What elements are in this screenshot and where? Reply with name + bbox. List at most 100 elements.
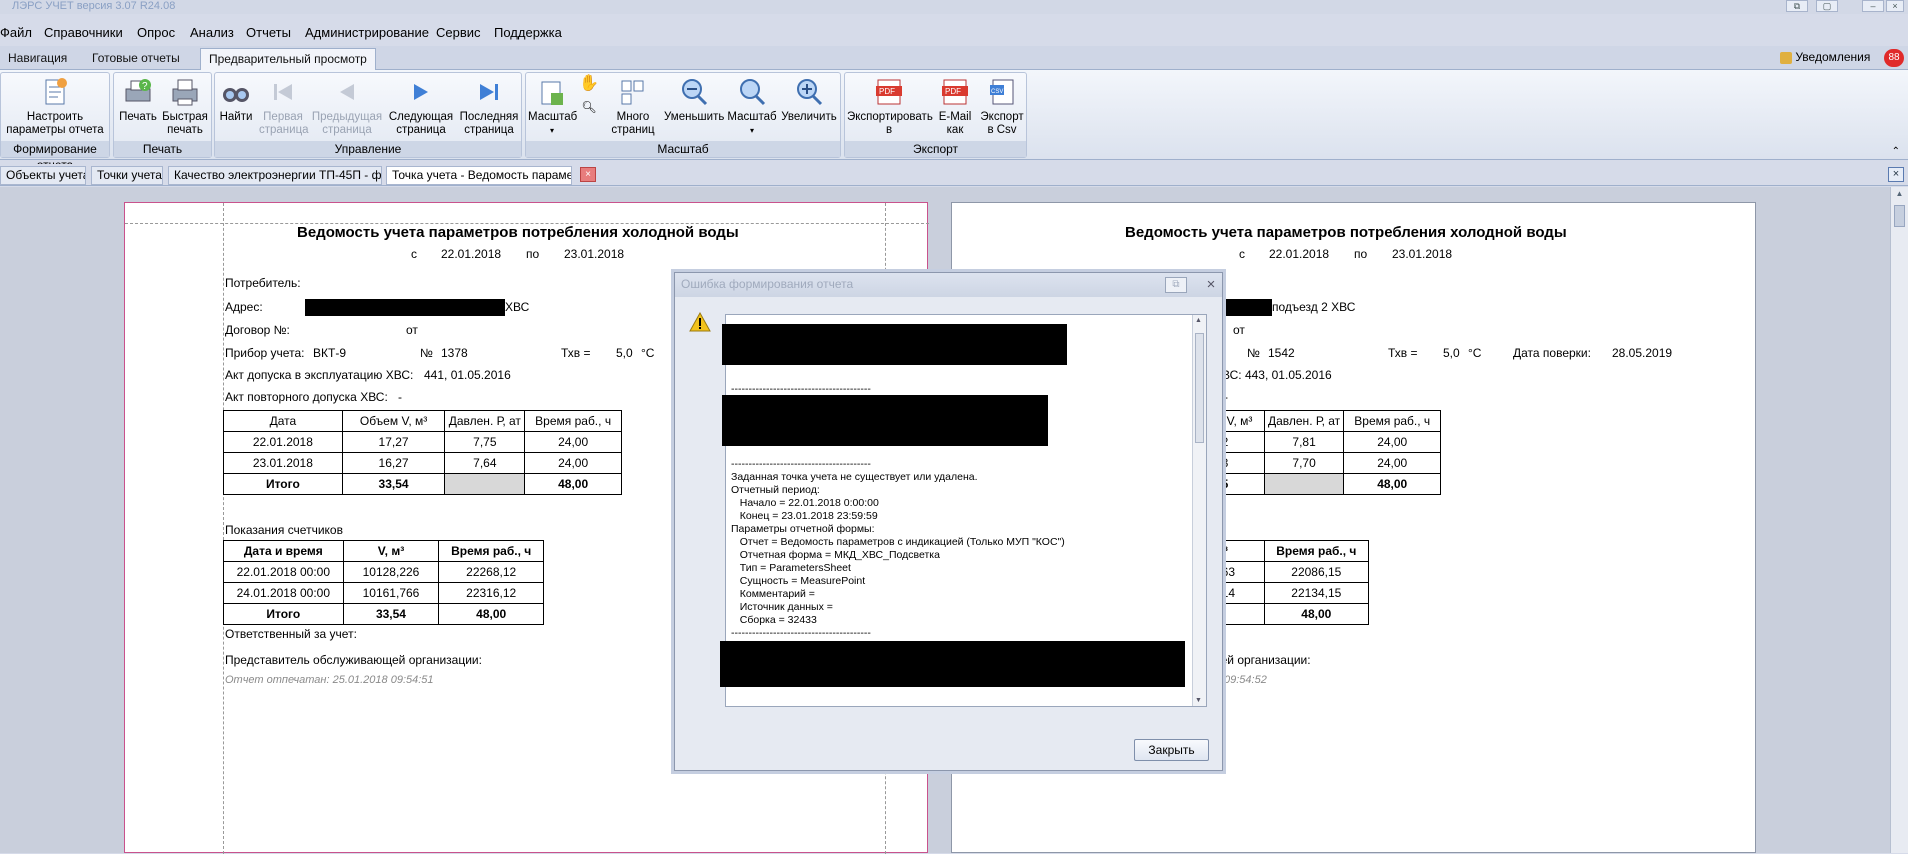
address-suffix: подъезд 2 ХВС xyxy=(1272,300,1356,314)
table-header-row: м³ Время раб., ч xyxy=(1214,540,1370,562)
menu-analysis[interactable]: Анализ xyxy=(190,25,234,40)
prev-page-button[interactable]: Предыдущая страница xyxy=(311,77,383,137)
act-value: 441, 01.05.2016 xyxy=(424,368,511,382)
table-cell: 33,54 xyxy=(342,603,440,625)
menu-polling[interactable]: Опрос xyxy=(137,25,175,40)
device-num-label: № xyxy=(1247,346,1260,360)
verify-label: Дата поверки: xyxy=(1513,346,1591,360)
window-title: ЛЭРС УЧЕТ версия 3.07 R24.08 xyxy=(12,0,176,12)
menu-admin[interactable]: Администрирование xyxy=(305,25,429,40)
doc-tab-points[interactable]: Точки учета xyxy=(91,166,163,185)
table-cell: 23.01.2018 xyxy=(223,452,343,474)
window-copy-icon[interactable]: ▢ xyxy=(1816,0,1838,12)
period-to-label: по xyxy=(526,247,540,261)
close-tab-icon[interactable]: × xyxy=(580,167,596,182)
table-row: 514 22134,15 xyxy=(1214,582,1370,604)
group-print-caption: Печать xyxy=(114,141,211,157)
last-page-button[interactable]: Последняя страница xyxy=(459,77,519,137)
menu-references[interactable]: Справочники xyxy=(44,25,123,40)
message-line: Комментарий = xyxy=(731,588,815,600)
menu-support[interactable]: Поддержка xyxy=(494,25,562,40)
notifications[interactable]: Уведомления xyxy=(1780,50,1870,68)
doc-tab-parameter-sheet[interactable]: Точка учета - Ведомость параметров xyxy=(386,166,572,185)
zoom-button[interactable]: Масштаб ▾ xyxy=(726,77,778,137)
restore-icon[interactable]: ⧉ xyxy=(1786,0,1808,12)
notifications-label: Уведомления xyxy=(1795,50,1871,64)
email-button[interactable]: PDF E-Mail как xyxy=(933,77,977,137)
close-all-icon[interactable]: × xyxy=(1888,167,1904,182)
zoom-in-icon xyxy=(794,77,824,107)
group-export: PDF Экспортировать в PDF E-Mail как CSV … xyxy=(844,72,1027,158)
export-pdf-button[interactable]: PDF Экспортировать в xyxy=(847,77,933,137)
export-csv-button[interactable]: CSV Экспорт в Csv xyxy=(979,77,1025,137)
close-dialog-icon[interactable]: × xyxy=(1202,276,1220,294)
scroll-up-icon[interactable]: ▲ xyxy=(1195,317,1202,324)
configure-button[interactable]: Настроить параметры отчета xyxy=(3,77,107,137)
period-from-label: с xyxy=(1239,247,1245,261)
table-cell: Итого xyxy=(223,473,343,495)
doc-tab-objects[interactable]: Объекты учета xyxy=(0,166,86,185)
table-cell: 22086,15 xyxy=(1263,561,1370,583)
first-page-button[interactable]: Первая страница xyxy=(259,77,309,137)
csv-icon: CSV xyxy=(987,77,1017,107)
bell-icon xyxy=(1780,51,1792,64)
scroll-down-icon[interactable]: ▼ xyxy=(1195,697,1202,704)
prev-page-icon xyxy=(332,77,362,107)
binoculars-icon xyxy=(221,77,251,107)
zoom-out-button[interactable]: Уменьшить xyxy=(664,77,724,124)
counters-table: м³ Время раб., ч 063 22086,15 514 22134,… xyxy=(1214,540,1370,625)
quick-print-button[interactable]: Быстрая печать xyxy=(160,77,210,137)
message-line: Отчетная форма = МКД_ХВС_Подсветка xyxy=(731,549,940,561)
multi-page-button[interactable]: Много страниц xyxy=(604,77,662,137)
period-from: 22.01.2018 xyxy=(1269,247,1330,261)
menu-file[interactable]: Файл xyxy=(0,25,32,40)
table-row: 23.01.2018 16,27 7,64 24,00 xyxy=(223,452,622,474)
small-magnifier-icon[interactable]: 🔍︎ xyxy=(578,101,600,114)
find-button[interactable]: Найти xyxy=(217,77,255,124)
table-cell xyxy=(444,473,526,495)
period-to-label: по xyxy=(1354,247,1368,261)
table-row: 063 22086,15 xyxy=(1214,561,1370,583)
group-navigation-caption: Управление xyxy=(215,141,521,157)
message-line: Конец = 23.01.2018 23:59:59 xyxy=(731,510,878,522)
email-pdf-icon: PDF xyxy=(940,77,970,107)
copy-icon[interactable]: ⧉ xyxy=(1165,277,1187,293)
tab-preview[interactable]: Предварительный просмотр xyxy=(200,48,376,70)
chevron-down-icon: ▾ xyxy=(749,126,754,135)
print-button[interactable]: ? Печать xyxy=(118,77,158,124)
dialog-title-bar[interactable]: Ошибка формирования отчета ⧉ × xyxy=(675,273,1222,297)
printed-timestamp: 09:54:52 xyxy=(1224,674,1267,686)
error-message-box[interactable]: ----------------------------------------… xyxy=(720,314,1207,707)
table-row: 22.01.2018 00:00 10128,226 22268,12 xyxy=(223,561,544,583)
message-scrollbar[interactable]: ▲ ▼ xyxy=(1192,315,1206,706)
menu-service[interactable]: Сервис xyxy=(436,25,481,40)
minimize-icon[interactable]: – xyxy=(1862,0,1884,12)
hand-tool-button[interactable]: ✋ 🔍︎ xyxy=(578,76,600,114)
table-header-row: м V, м³ Давлен. Р, ат Время раб., ч xyxy=(1214,410,1441,432)
vertical-scrollbar[interactable]: ▲ xyxy=(1890,187,1908,853)
print-icon: ? xyxy=(123,77,153,107)
last-page-label: Последняя страница xyxy=(459,111,519,136)
table-header: Время раб., ч xyxy=(1263,540,1370,562)
doc-tab-power-quality[interactable]: Качество электроэнергии ТП-45П - ф.1( xyxy=(168,166,382,185)
zoom-label: Масштаб xyxy=(727,111,777,123)
zoom-mode-button[interactable]: Масштаб ▾ xyxy=(528,77,577,137)
scroll-up-icon[interactable]: ▲ xyxy=(1893,189,1906,201)
tab-ready-reports[interactable]: Готовые отчеты xyxy=(84,48,188,70)
device-label: Прибор учета: xyxy=(225,346,305,360)
close-window-icon[interactable]: × xyxy=(1886,0,1904,12)
group-zoom: Масштаб ▾ ✋ 🔍︎ Много страниц Уменьшить М… xyxy=(525,72,841,158)
message-line: Заданная точка учета не существует или у… xyxy=(731,471,978,483)
collapse-ribbon-icon[interactable]: ⌃ xyxy=(1892,146,1900,157)
table-header: Время раб., ч xyxy=(1343,410,1441,432)
next-page-button[interactable]: Следующая страница xyxy=(387,77,455,137)
scroll-thumb[interactable] xyxy=(1195,333,1204,443)
scroll-thumb[interactable] xyxy=(1894,205,1905,227)
close-button[interactable]: Закрыть xyxy=(1134,739,1209,761)
tab-navigation[interactable]: Навигация xyxy=(0,48,75,70)
period-to: 23.01.2018 xyxy=(564,247,625,261)
menu-reports[interactable]: Отчеты xyxy=(246,25,291,40)
table-cell: 7,70 xyxy=(1263,452,1345,474)
zoom-in-button[interactable]: Увеличить xyxy=(780,77,838,124)
daily-table: Дата Объем V, м³ Давлен. Р, ат Время раб… xyxy=(223,410,622,495)
